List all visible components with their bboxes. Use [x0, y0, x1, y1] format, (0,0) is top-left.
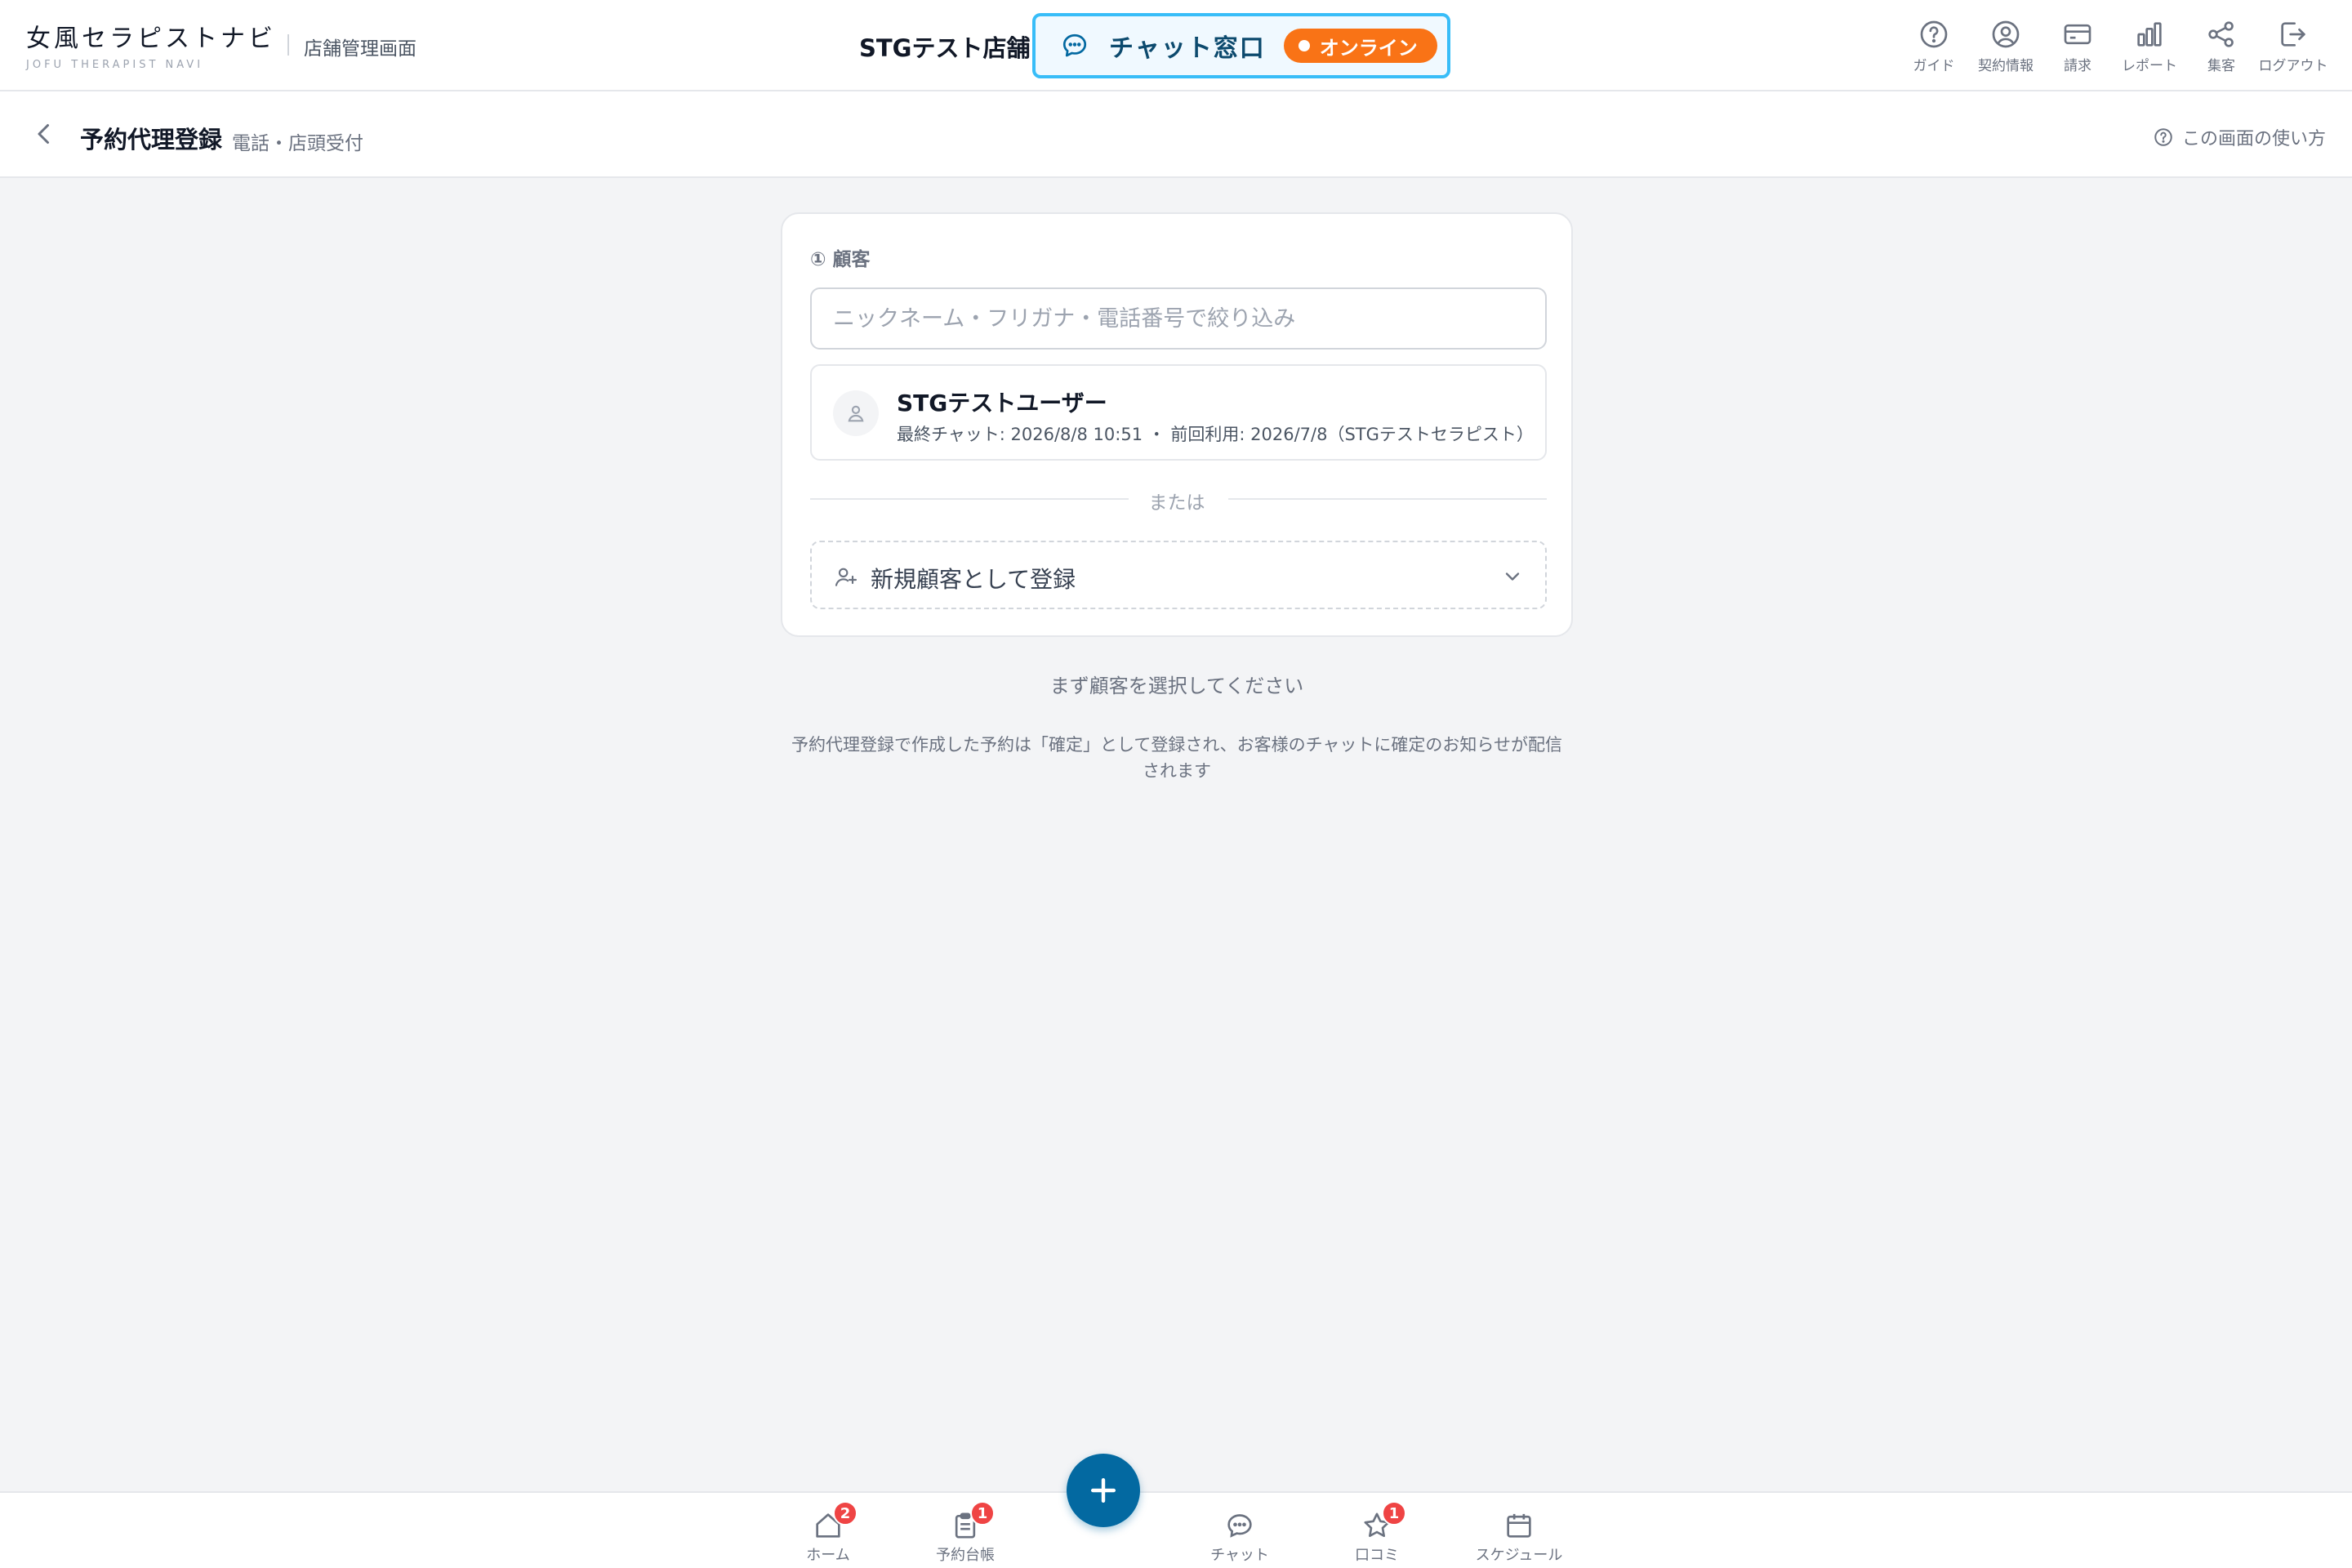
- logo[interactable]: 女風セラピストナビ JOFU THERAPIST NAVI: [26, 18, 276, 71]
- nav-guide-label: ガイド: [1913, 58, 1955, 74]
- nav-guide[interactable]: ガイド: [1898, 18, 1970, 74]
- reviews-badge: 1: [1382, 1501, 1406, 1526]
- customer-meta: 最終チャット: 2026/8/8 10:51 ・ 前回利用: 2026/7/8（…: [897, 425, 1534, 444]
- logo-main-text: 女風セラピストナビ: [26, 24, 276, 53]
- add-button[interactable]: [1067, 1454, 1140, 1527]
- logo-sub-text: JOFU THERAPIST NAVI: [26, 59, 204, 71]
- user-circle-icon: [1992, 20, 2020, 48]
- chevron-down-icon: [1505, 572, 1520, 581]
- nav-report[interactable]: レポート: [2114, 18, 2185, 74]
- nav-contract-label: 契約情報: [1978, 58, 2034, 74]
- admin-label: 店舗管理画面: [304, 38, 416, 60]
- calendar-icon: [1507, 1513, 1531, 1538]
- header-nav: ガイド 契約情報 請求 レポート 集客 ログアウト: [1898, 18, 2329, 74]
- chat-bubble-icon: [1227, 1514, 1252, 1538]
- help-circle-icon: [2154, 128, 2172, 146]
- nav-marketing-label: 集客: [2207, 58, 2235, 74]
- online-dot-icon: [1298, 40, 1310, 51]
- tab-schedule-label: スケジュール: [1475, 1547, 1563, 1564]
- online-status-badge: オンライン: [1283, 29, 1437, 63]
- tab-schedule[interactable]: スケジュール: [1454, 1509, 1584, 1565]
- user-icon: [848, 405, 864, 422]
- help-link-label: この画面の使い方: [2181, 129, 2326, 149]
- bottom-nav: 2 ホーム 1 予約台帳 チャット 1 口コミ スケジュール: [0, 1491, 2352, 1568]
- page-subtitle: 電話・店頭受付: [232, 133, 363, 154]
- new-customer-label: 新規顧客として登録: [871, 566, 1076, 593]
- back-chevron-icon[interactable]: [29, 119, 59, 149]
- customer-name: STGテストユーザー: [897, 390, 1107, 416]
- help-circle-icon: [1920, 20, 1948, 48]
- logout-icon: [2281, 22, 2305, 47]
- ledger-badge: 1: [970, 1501, 995, 1526]
- section-label-customer: ① 顧客: [810, 249, 871, 270]
- chat-window-button[interactable]: チャット窓口 オンライン: [1032, 13, 1450, 78]
- tab-reviews-label: 口コミ: [1355, 1547, 1399, 1564]
- customer-search-input[interactable]: [810, 287, 1547, 350]
- tab-home-label: ホーム: [806, 1547, 850, 1564]
- select-prompt: まず顧客を選択してください: [1049, 675, 1304, 697]
- user-plus-icon: [835, 568, 858, 586]
- tab-reviews[interactable]: 1 口コミ: [1312, 1501, 1442, 1565]
- customer-card: ① 顧客 STGテストユーザー 最終チャット: 2026/8/8 10:51 ・…: [781, 212, 1573, 637]
- tab-chat-label: チャット: [1210, 1547, 1269, 1564]
- nav-report-label: レポート: [2122, 58, 2177, 74]
- nav-billing[interactable]: 請求: [2042, 18, 2114, 74]
- tab-ledger-label: 予約台帳: [936, 1547, 995, 1564]
- credit-card-icon: [2064, 24, 2091, 45]
- online-status-text: オンライン: [1319, 36, 1418, 60]
- share-icon: [2208, 21, 2234, 47]
- home-badge: 2: [833, 1501, 858, 1526]
- page-header: 予約代理登録 電話・店頭受付 この画面の使い方: [0, 91, 2352, 178]
- nav-logout[interactable]: ログアウト: [2257, 18, 2329, 74]
- help-link[interactable]: この画面の使い方: [2153, 124, 2326, 150]
- nav-billing-label: 請求: [2064, 58, 2091, 74]
- bar-chart-icon: [2137, 22, 2162, 47]
- nav-logout-label: ログアウト: [2258, 58, 2328, 74]
- customer-list-item[interactable]: STGテストユーザー 最終チャット: 2026/8/8 10:51 ・ 前回利用…: [810, 364, 1547, 461]
- tab-home[interactable]: 2 ホーム: [763, 1501, 893, 1565]
- top-header: 女風セラピストナビ JOFU THERAPIST NAVI 店舗管理画面 STG…: [0, 0, 2352, 91]
- nav-marketing[interactable]: 集客: [2185, 18, 2257, 74]
- logo-divider: [287, 34, 289, 56]
- plus-icon: [1090, 1477, 1116, 1503]
- tab-ledger[interactable]: 1 予約台帳: [900, 1501, 1031, 1565]
- chat-bubble-icon: [1062, 33, 1087, 57]
- page-title: 予約代理登録: [80, 126, 223, 154]
- chat-window-label: チャット窓口: [1109, 34, 1266, 63]
- info-note: 予約代理登録で作成した予約は「確定」として登録され、お客様のチャットに確定のお知…: [791, 735, 1562, 781]
- new-customer-button[interactable]: 新規顧客として登録: [810, 541, 1547, 609]
- store-name: STGテスト店舗: [859, 34, 1031, 62]
- or-label: または: [1148, 492, 1205, 514]
- tab-chat[interactable]: チャット: [1174, 1509, 1305, 1565]
- avatar: [833, 390, 879, 436]
- nav-contract[interactable]: 契約情報: [1970, 18, 2042, 74]
